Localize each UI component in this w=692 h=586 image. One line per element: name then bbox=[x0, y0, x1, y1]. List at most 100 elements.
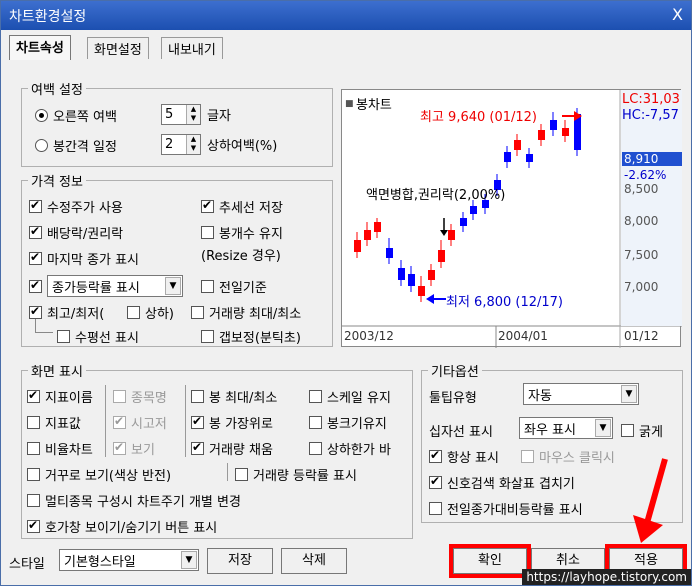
chevron-down-icon[interactable]: ▼ bbox=[165, 277, 181, 295]
checkbox[interactable] bbox=[27, 442, 40, 455]
save-trendline-option[interactable]: 추세선 저장 bbox=[201, 197, 283, 216]
indicator-name-option[interactable]: 지표이름 bbox=[27, 387, 93, 406]
option-label: 거래량 최대/최소 bbox=[209, 307, 302, 322]
chevron-down-icon[interactable]: ▼ bbox=[595, 419, 611, 437]
close-change-select[interactable]: 종가등락률 표시 ▼ bbox=[47, 275, 183, 297]
checkbox[interactable] bbox=[29, 198, 42, 213]
y-tick: 8,500 bbox=[624, 182, 659, 196]
stepper-down-icon[interactable]: ▼ bbox=[187, 144, 200, 153]
right-margin-value[interactable]: 5 bbox=[162, 105, 186, 124]
stepper-up-icon[interactable]: ▲ bbox=[187, 135, 200, 144]
checkbox[interactable] bbox=[27, 416, 40, 429]
checkbox[interactable] bbox=[201, 198, 214, 213]
limit-bar-option[interactable]: 상하한가 바 bbox=[309, 439, 391, 458]
checkbox[interactable] bbox=[201, 280, 214, 293]
option-label: 상하) bbox=[145, 307, 174, 322]
checkbox[interactable] bbox=[191, 390, 204, 403]
checkbox[interactable] bbox=[191, 414, 204, 429]
option-label: 봉크기유지 bbox=[327, 417, 387, 432]
stepper-up-icon[interactable]: ▲ bbox=[187, 105, 200, 114]
indicator-value-option[interactable]: 지표값 bbox=[27, 413, 81, 432]
adjusted-price-option[interactable]: 수정주가 사용 bbox=[29, 197, 123, 216]
bar-spacing-option[interactable]: 봉간격 일정 bbox=[35, 136, 117, 155]
keep-scale-option[interactable]: 스케일 유지 bbox=[309, 387, 391, 406]
prev-day-basis-option[interactable]: 전일기준 bbox=[201, 277, 267, 296]
multi-stock-option[interactable]: 멀티종목 구성시 차트주기 개별 변경 bbox=[27, 491, 241, 510]
keep-bar-count-option[interactable]: 봉개수 유지 bbox=[201, 223, 283, 242]
candle-body bbox=[364, 230, 371, 240]
checkbox[interactable] bbox=[57, 330, 70, 343]
checkbox[interactable] bbox=[429, 502, 442, 515]
ohl-option: 시고저 bbox=[113, 413, 167, 432]
option-label: 스케일 유지 bbox=[327, 391, 391, 406]
bar-spacing-stepper[interactable]: 2 ▲ ▼ 상하여백(%) bbox=[161, 134, 277, 155]
tooltip-type-select[interactable]: 자동 ▼ bbox=[523, 383, 639, 405]
close-icon[interactable]: X bbox=[672, 5, 683, 24]
option-label: 종목명 bbox=[131, 391, 167, 406]
stepper-down-icon[interactable]: ▼ bbox=[187, 114, 200, 123]
checkbox[interactable] bbox=[29, 304, 42, 319]
candle-body bbox=[514, 140, 521, 150]
checkbox[interactable] bbox=[27, 468, 40, 481]
checkbox[interactable] bbox=[235, 468, 248, 481]
bold-option[interactable]: 굵게 bbox=[621, 421, 663, 440]
checkbox[interactable] bbox=[201, 226, 214, 239]
tab-chart-properties[interactable]: 차트속성 bbox=[9, 35, 71, 60]
high-low-updown-option[interactable]: 상하) bbox=[127, 303, 174, 322]
select-value: 종가등락률 표시 bbox=[52, 280, 140, 296]
checkbox[interactable] bbox=[429, 448, 442, 463]
chevron-down-icon[interactable]: ▼ bbox=[181, 551, 197, 569]
last-close-option[interactable]: 마지막 종가 표시 bbox=[29, 249, 139, 268]
option-label: 항상 표시 bbox=[447, 451, 499, 466]
tab-screen-settings[interactable]: 화면설정 bbox=[87, 37, 149, 59]
volume-maxmin-option[interactable]: 거래량 최대/최소 bbox=[191, 303, 301, 322]
checkbox[interactable] bbox=[309, 390, 322, 403]
style-label: 스타일 bbox=[9, 557, 45, 572]
gap-correction-option[interactable]: 갭보정(분틱초) bbox=[201, 327, 301, 346]
right-margin-radio[interactable] bbox=[35, 109, 48, 122]
chevron-down-icon[interactable]: ▼ bbox=[621, 385, 637, 403]
close-change-option[interactable]: 종가등락률 표시 ▼ bbox=[29, 275, 183, 297]
signal-arrow-option[interactable]: 신호검색 화살표 겹치기 bbox=[429, 473, 575, 492]
reverse-view-option[interactable]: 거꾸로 보기(색상 반전) bbox=[27, 465, 171, 484]
checkbox[interactable] bbox=[29, 224, 42, 239]
bar-on-top-option[interactable]: 봉 가장위로 bbox=[191, 413, 273, 432]
checkbox[interactable] bbox=[309, 442, 322, 455]
checkbox[interactable] bbox=[29, 278, 42, 293]
checkbox[interactable] bbox=[127, 306, 140, 319]
checkbox[interactable] bbox=[621, 424, 634, 437]
checkbox[interactable] bbox=[191, 306, 204, 319]
bar-spacing-radio[interactable] bbox=[35, 139, 48, 152]
square-icon: ■ bbox=[345, 99, 354, 109]
tab-export[interactable]: 내보내기 bbox=[161, 37, 223, 59]
dividend-option[interactable]: 배당락/권리락 bbox=[29, 223, 123, 242]
right-margin-option[interactable]: 오른쪽 여백 bbox=[35, 106, 117, 125]
checkbox[interactable] bbox=[29, 250, 42, 265]
tooltip-type-label: 툴팁유형 bbox=[429, 391, 477, 406]
option-label: 갭보정(분틱초) bbox=[219, 331, 301, 346]
title-bar[interactable]: 차트환경설정 X bbox=[1, 1, 691, 30]
checkbox[interactable] bbox=[27, 494, 40, 507]
horizontal-line-option[interactable]: 수평선 표시 bbox=[57, 327, 139, 346]
always-show-option[interactable]: 항상 표시 bbox=[429, 447, 499, 466]
checkbox[interactable] bbox=[429, 474, 442, 489]
bar-maxmin-option[interactable]: 봉 최대/최소 bbox=[191, 387, 277, 406]
prevday-change-option[interactable]: 전일종가대비등락률 표시 bbox=[429, 499, 583, 518]
checkbox[interactable] bbox=[191, 440, 204, 455]
style-select[interactable]: 기본형스타일 ▼ bbox=[59, 549, 199, 571]
checkbox[interactable] bbox=[201, 330, 214, 343]
select-value: 좌우 표시 bbox=[524, 422, 576, 438]
volume-fill-option[interactable]: 거래량 채움 bbox=[191, 439, 273, 458]
crosshair-select[interactable]: 좌우 표시 ▼ bbox=[519, 417, 613, 439]
checkbox[interactable] bbox=[27, 518, 40, 533]
keep-bar-size-option[interactable]: 봉크기유지 bbox=[309, 413, 387, 432]
save-button[interactable]: 저장 bbox=[207, 548, 273, 574]
checkbox[interactable] bbox=[27, 388, 40, 403]
bar-spacing-value[interactable]: 2 bbox=[162, 135, 186, 154]
ratio-chart-option[interactable]: 비율차트 bbox=[27, 439, 93, 458]
checkbox[interactable] bbox=[309, 416, 322, 429]
delete-button[interactable]: 삭제 bbox=[281, 548, 347, 574]
volume-change-option[interactable]: 거래량 등락률 표시 bbox=[235, 465, 357, 484]
right-margin-stepper[interactable]: 5 ▲ ▼ 글자 bbox=[161, 104, 231, 125]
order-window-button-option[interactable]: 호가창 보이기/숨기기 버튼 표시 bbox=[27, 517, 217, 536]
